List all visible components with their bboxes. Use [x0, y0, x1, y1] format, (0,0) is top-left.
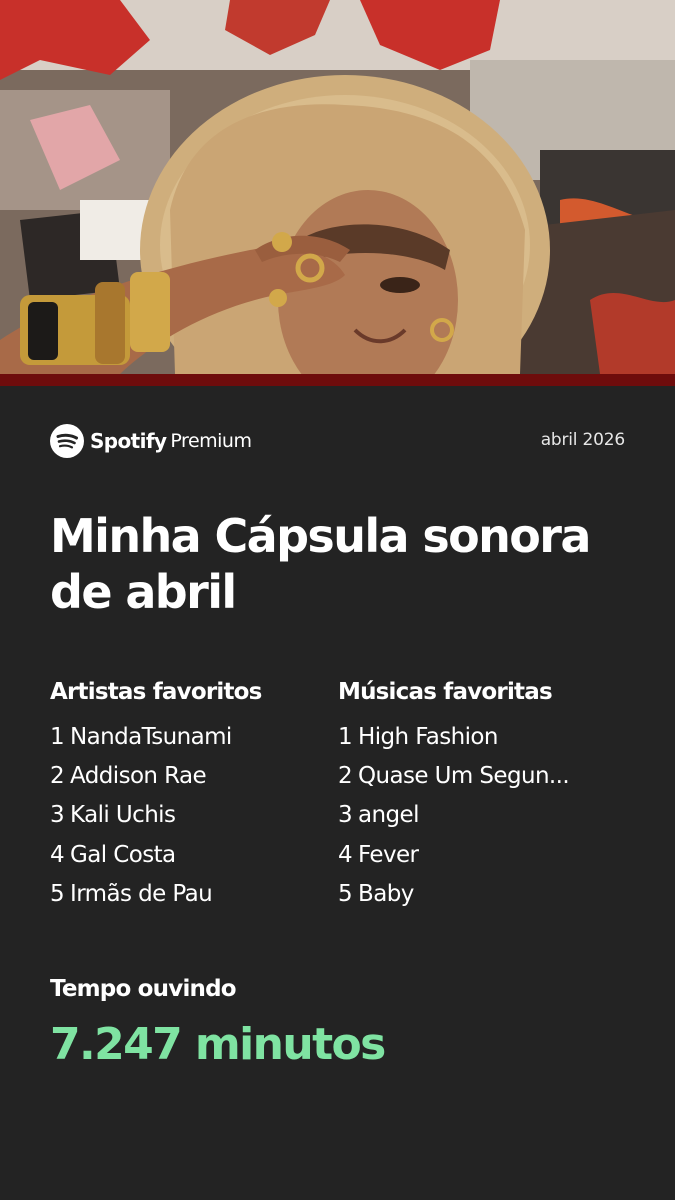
- top-songs-section: Músicas favoritas 1 High Fashion 2 Quase U…: [338, 676, 628, 914]
- cover-photo-illustration: [0, 0, 675, 374]
- song-name: Fever: [358, 841, 419, 868]
- artist-item: 2 Addison Rae: [50, 757, 340, 796]
- song-item: 5 Baby: [338, 875, 628, 914]
- brand-tier: Premium: [170, 430, 252, 452]
- song-name: High Fashion: [358, 724, 498, 750]
- song-name: angel: [358, 802, 419, 829]
- top-songs-list: 1 High Fashion 2 Quase Um Segun... 3 angel …: [338, 718, 628, 914]
- artist-rank: 1: [50, 724, 65, 750]
- top-songs-heading: Músicas favoritas: [338, 679, 553, 705]
- artist-rank: 5: [50, 880, 65, 907]
- capsule-card: Spotify Premium abril 2026 Minha Cápsula…: [0, 386, 675, 1200]
- artist-item: 5 Irmãs de Pau: [50, 875, 340, 914]
- top-artists-heading: Artistas favoritos: [50, 679, 262, 705]
- accent-bar: [0, 374, 675, 386]
- song-rank: 5: [338, 880, 353, 907]
- artist-name: Addison Rae: [70, 763, 207, 790]
- cover-photo: [0, 0, 675, 374]
- artist-name: Irmãs de Pau: [70, 880, 213, 907]
- spotify-brand: Spotify Premium: [50, 424, 252, 458]
- top-artists-list: 1 NandaTsunami 2 Addison Rae 3 Kali Uchis 4…: [50, 718, 340, 914]
- artist-name: Kali Uchis: [70, 802, 176, 829]
- artist-rank: 4: [50, 841, 65, 868]
- artist-item: 4 Gal Costa: [50, 836, 340, 875]
- listening-time-value: 7.247 minutos: [50, 1019, 386, 1070]
- artist-item: 1 NandaTsunami: [50, 718, 340, 757]
- artist-name: Gal Costa: [70, 841, 176, 868]
- listening-time-label: Tempo ouvindo: [50, 976, 237, 1002]
- artist-rank: 3: [50, 802, 65, 829]
- song-item: 1 High Fashion: [338, 718, 628, 757]
- top-artists-section: Artistas favoritos 1 NandaTsunami 2 Addiso…: [50, 676, 340, 914]
- song-rank: 3: [338, 802, 353, 829]
- artist-name: NandaTsunami: [70, 724, 232, 750]
- song-item: 4 Fever: [338, 836, 628, 875]
- artist-rank: 2: [50, 763, 65, 790]
- song-item: 2 Quase Um Segun...: [338, 757, 628, 796]
- artist-item: 3 Kali Uchis: [50, 796, 340, 835]
- capsule-date: abril 2026: [540, 430, 626, 450]
- song-rank: 4: [338, 841, 353, 868]
- song-name: Quase Um Segun...: [358, 763, 570, 790]
- brand-name: Spotify: [90, 429, 167, 453]
- song-rank: 2: [338, 763, 353, 790]
- song-item: 3 angel: [338, 796, 628, 835]
- song-name: Baby: [358, 880, 414, 907]
- song-rank: 1: [338, 724, 353, 750]
- page-title: Minha Cápsula sonora de abril: [50, 509, 591, 619]
- spotify-logo-icon: [50, 424, 84, 458]
